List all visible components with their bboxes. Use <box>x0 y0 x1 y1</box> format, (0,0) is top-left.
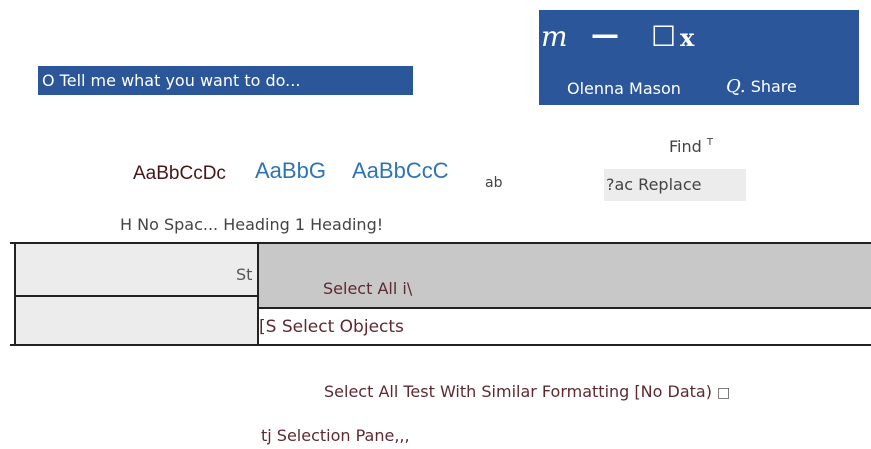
style-preview-heading1[interactable]: AaBbG <box>255 158 326 184</box>
select-all-highlight <box>257 244 871 309</box>
styles-group-label: St <box>236 265 253 284</box>
style-preview-ab[interactable]: ab <box>485 175 502 191</box>
checkbox-icon: □ <box>717 385 731 401</box>
tell-me-search[interactable]: O Tell me what you want to do... <box>38 66 413 95</box>
minimize-glyph-icon[interactable]: m <box>541 20 568 53</box>
select-similar-label: Select All Test With Similar Formatting … <box>324 382 712 401</box>
style-preview-normal[interactable]: AaBbCcDc <box>133 163 226 185</box>
menu-item-select-all[interactable]: Select All i\ <box>323 279 412 298</box>
share-button[interactable]: Q. Share <box>726 76 797 97</box>
close-icon[interactable]: x <box>680 23 694 52</box>
maximize-icon[interactable]: ☐ <box>651 20 676 53</box>
share-icon: Q. <box>726 76 746 97</box>
share-label: Share <box>750 77 797 96</box>
replace-button[interactable]: ?ac Replace <box>604 169 746 201</box>
styles-group-cell <box>14 244 257 297</box>
find-label: Find <box>669 137 702 156</box>
minimize-icon[interactable]: — <box>591 18 619 51</box>
select-dropdown-table: St Select All i\ [S Select Objects <box>10 242 871 346</box>
style-names-row: H No Spac... Heading 1 Heading! <box>120 215 384 234</box>
styles-group-cell-lower <box>14 297 257 344</box>
find-button[interactable]: Find T <box>669 137 713 156</box>
find-dropdown-icon[interactable]: T <box>707 137 713 148</box>
title-bar-controls: m — ☐ x Olenna Mason Q. Share <box>539 10 859 105</box>
menu-item-selection-pane[interactable]: tj Selection Pane,,, <box>261 426 410 445</box>
style-preview-heading2[interactable]: AaBbCcC <box>352 158 449 184</box>
user-name[interactable]: Olenna Mason <box>567 79 681 98</box>
menu-item-select-objects[interactable]: [S Select Objects <box>259 317 404 337</box>
menu-item-select-similar-formatting[interactable]: Select All Test With Similar Formatting … <box>324 382 730 401</box>
